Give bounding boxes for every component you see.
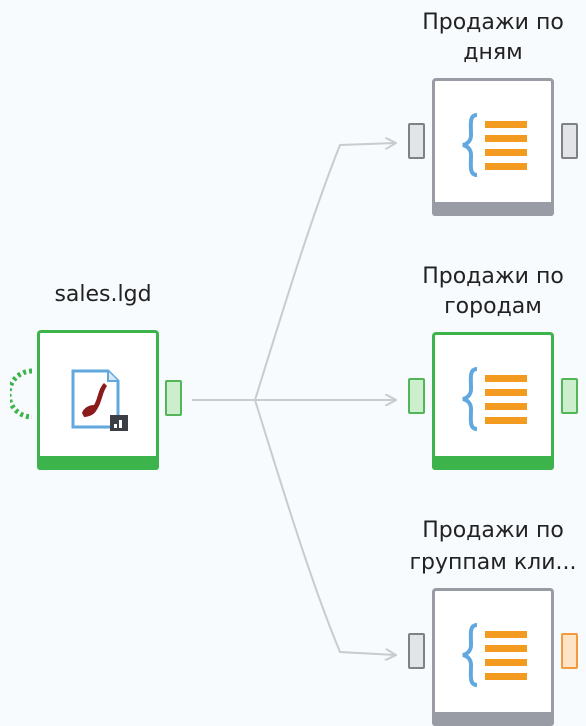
node-3-label-line1: Продажи по	[422, 518, 564, 543]
json-list-icon	[462, 367, 527, 431]
source-node-label: sales.lgd	[54, 282, 152, 307]
source-output-port[interactable]	[165, 380, 182, 416]
input-socket-icon[interactable]	[10, 368, 34, 420]
node-2-status-bar	[432, 456, 554, 470]
node-3-label-line2: группам кли...	[409, 550, 577, 575]
target-node-1[interactable]	[432, 78, 554, 216]
source-node-status-bar	[37, 456, 159, 470]
node-1-output-port[interactable]	[561, 123, 578, 159]
pipe-document-icon	[71, 369, 128, 431]
connection-to-node-1[interactable]	[192, 143, 395, 401]
node-2-output-port[interactable]	[561, 378, 578, 414]
node-3-input-port[interactable]	[408, 633, 425, 669]
node-2-label-line2: городам	[444, 294, 542, 319]
node-2-input-port[interactable]	[408, 378, 425, 414]
target-node-2[interactable]	[432, 332, 554, 470]
node-3-status-bar	[432, 712, 554, 726]
node-2-label-line1: Продажи по	[422, 264, 564, 289]
node-1-label-line1: Продажи по	[422, 10, 564, 35]
source-node[interactable]	[37, 330, 159, 470]
node-1-status-bar	[432, 202, 554, 216]
connection-to-node-3[interactable]	[254, 399, 395, 655]
target-node-3[interactable]	[432, 588, 554, 726]
node-1-input-port[interactable]	[408, 123, 425, 159]
node-3-output-port[interactable]	[561, 633, 578, 669]
json-list-icon	[462, 623, 527, 687]
json-list-icon	[462, 113, 527, 177]
node-1-label-line2: дням	[463, 40, 523, 65]
